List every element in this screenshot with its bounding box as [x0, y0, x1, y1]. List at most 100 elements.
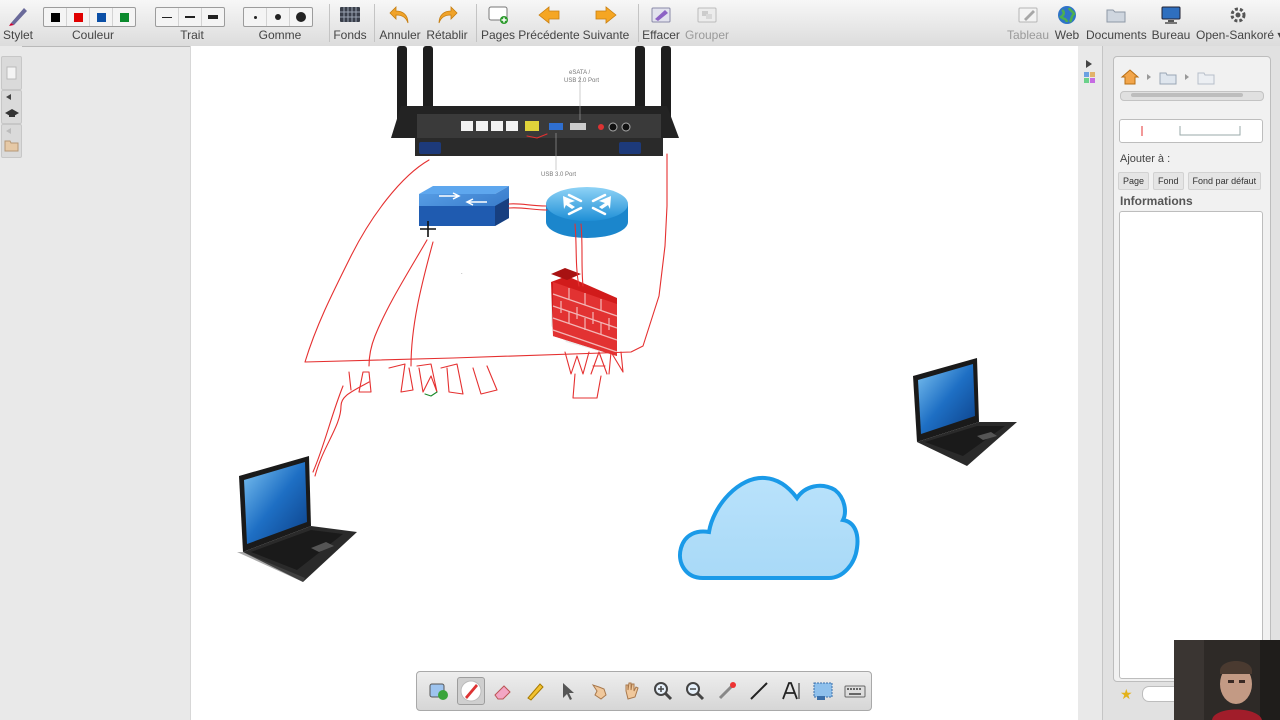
router-symbol-image[interactable] — [546, 187, 628, 238]
line-thin-option[interactable] — [156, 8, 179, 26]
graduation-cap-icon — [5, 94, 19, 117]
bureau-label: Bureau — [1151, 28, 1191, 42]
open-sankore-button[interactable]: Open-Sankoré ▾ — [1196, 0, 1280, 46]
color-black-swatch[interactable] — [44, 8, 67, 26]
toolbar-separator — [476, 4, 477, 42]
color-green-swatch[interactable] — [113, 8, 135, 26]
grouper-button[interactable]: Grouper — [684, 0, 730, 46]
library-dock-tab[interactable] — [1, 124, 22, 158]
web-button[interactable]: Web — [1052, 0, 1082, 46]
annuler-button[interactable]: Annuler — [378, 0, 422, 46]
line-tool[interactable] — [745, 677, 773, 705]
line-thick-option[interactable] — [202, 8, 224, 26]
capture-tool[interactable] — [809, 677, 837, 705]
effacer-button[interactable]: Effacer — [641, 0, 681, 46]
color-blue-swatch[interactable] — [90, 8, 113, 26]
retablir-button[interactable]: Rétablir — [425, 0, 469, 46]
color-red-swatch[interactable] — [67, 8, 90, 26]
documents-button[interactable]: Documents — [1086, 0, 1147, 46]
tools-dock-tab[interactable] — [1, 90, 22, 124]
webcam-person-image — [1174, 640, 1280, 720]
effacer-label: Effacer — [642, 28, 680, 42]
library-scrollbar[interactable] — [1120, 91, 1264, 101]
library-item-preview[interactable] — [1119, 119, 1263, 143]
preview-outline-icon — [1141, 126, 1241, 136]
trait-group: Trait — [154, 0, 230, 46]
empty-folder-icon[interactable] — [1196, 67, 1216, 87]
background-grid-icon — [340, 7, 360, 22]
globe-icon — [1058, 6, 1076, 24]
laser-pointer-tool[interactable] — [713, 677, 741, 705]
precedente-label: Précédente — [518, 28, 580, 42]
eraser-small-option[interactable] — [244, 8, 267, 26]
retablir-label: Rétablir — [426, 28, 468, 42]
pages-button[interactable]: Pages — [480, 0, 516, 46]
highlighter-icon — [527, 683, 544, 701]
virtual-keyboard-tool[interactable] — [841, 677, 869, 705]
highlighter-tool[interactable] — [521, 677, 549, 705]
scrollbar-thumb[interactable] — [1131, 93, 1243, 97]
precedente-button[interactable]: Précédente — [518, 0, 580, 46]
keyboard-icon — [844, 685, 866, 698]
suivante-button[interactable]: Suivante — [582, 0, 630, 46]
fonds-button[interactable]: Fonds — [332, 0, 368, 46]
stray-dot: . — [461, 270, 463, 276]
text-icon — [782, 682, 800, 700]
capture-icon — [813, 682, 833, 700]
eraser-large-option[interactable] — [290, 8, 312, 26]
selector-tool[interactable] — [553, 677, 581, 705]
eraser-tool[interactable] — [489, 677, 517, 705]
whiteboard-canvas[interactable]: eSATA / USB 2.0 Port USB 3.0 Port . — [190, 46, 1101, 720]
documents-folder-icon — [1106, 9, 1126, 23]
add-to-default-background-button[interactable]: Fond par défaut — [1187, 172, 1262, 190]
pointer-icon — [563, 683, 574, 700]
interactor-icon — [429, 683, 448, 700]
previous-arrow-icon — [538, 6, 560, 24]
stylet-button[interactable]: Stylet — [0, 0, 36, 46]
couleur-label: Couleur — [71, 28, 115, 42]
eraser-medium-option[interactable] — [267, 8, 290, 26]
right-strip — [1078, 46, 1102, 720]
trait-label: Trait — [180, 28, 204, 42]
informations-box — [1119, 211, 1263, 679]
add-page-icon — [488, 6, 508, 24]
favorite-star-icon[interactable]: ★ — [1120, 686, 1133, 703]
laptop-left-image[interactable] — [237, 456, 357, 582]
add-to-background-button[interactable]: Fond — [1153, 172, 1184, 190]
play-tool[interactable] — [585, 677, 613, 705]
zoom-out-icon — [686, 682, 705, 701]
eraser-size-palette — [243, 7, 313, 27]
pages-dock-tab[interactable] — [1, 56, 22, 90]
redo-arrow-icon — [438, 6, 458, 24]
grouper-label: Grouper — [684, 28, 730, 42]
zoom-out-tool[interactable] — [681, 677, 709, 705]
gomme-label: Gomme — [258, 28, 302, 42]
line-medium-option[interactable] — [179, 8, 202, 26]
text-tool[interactable] — [777, 677, 805, 705]
board-pen-icon — [1018, 7, 1038, 23]
wifi-router-image[interactable]: eSATA / USB 2.0 Port USB 3.0 Port — [391, 46, 679, 178]
network-switch-image[interactable] — [419, 186, 509, 226]
chevron-right-icon — [1185, 74, 1189, 80]
informations-title: Informations — [1120, 194, 1193, 208]
board-drawing: eSATA / USB 2.0 Port USB 3.0 Port . — [237, 46, 1017, 582]
library-panel: Ajouter à : Page Fond Fond par défaut In… — [1113, 56, 1271, 682]
internet-cloud-image[interactable] — [678, 475, 860, 580]
interactor-tool[interactable] — [425, 677, 453, 705]
stylus-icon — [9, 8, 27, 26]
gomme-group: Gomme — [242, 0, 318, 46]
zoom-in-tool[interactable] — [649, 677, 677, 705]
laptop-right-image[interactable] — [913, 358, 1017, 466]
firewall-image[interactable] — [551, 268, 618, 356]
bureau-button[interactable]: Bureau — [1150, 0, 1192, 46]
add-to-page-button[interactable]: Page — [1118, 172, 1150, 190]
tableau-button[interactable]: Tableau — [1006, 0, 1050, 46]
stylus-tool[interactable] — [457, 677, 485, 705]
library-toggle-icon[interactable] — [1078, 56, 1102, 96]
home-icon[interactable] — [1120, 67, 1140, 87]
folder-icon[interactable] — [1158, 67, 1178, 87]
zoom-in-icon — [654, 682, 673, 701]
usb2-label: USB 2.0 Port — [564, 78, 599, 84]
hand-tool[interactable] — [617, 677, 645, 705]
folder-dock-icon — [4, 128, 19, 152]
